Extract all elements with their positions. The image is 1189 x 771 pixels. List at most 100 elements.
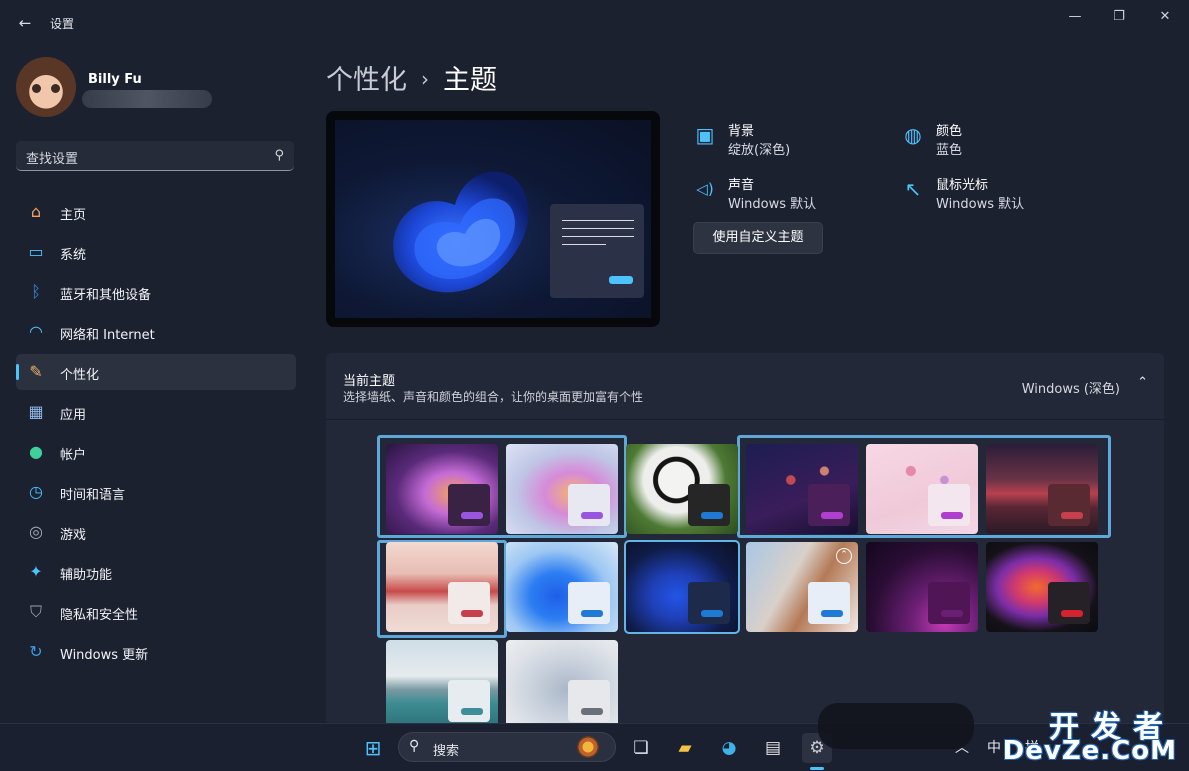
theme-window-preview (448, 484, 490, 526)
sidebar-item-label: 个性化 (60, 368, 100, 383)
store-icon[interactable]: ▤ (758, 733, 788, 763)
taskbar-search-label: 搜索 (433, 744, 460, 759)
property-title: 背景 (728, 124, 755, 139)
settings-search-input[interactable]: 查找设置 ⚲ (16, 141, 294, 171)
breadcrumb-separator: › (421, 67, 429, 91)
sidebar-item-8[interactable]: ◎ 游戏 (16, 514, 296, 550)
update-icon: ↻ (29, 642, 43, 661)
current-theme-panel: 当前主题 选择墙纸、声音和颜色的组合，让你的桌面更加富有个性 Windows (… (326, 353, 1164, 725)
sidebar-item-11[interactable]: ↻ Windows 更新 (16, 634, 296, 670)
sidebar-item-9[interactable]: ✦ 辅助功能 (16, 554, 296, 590)
use-custom-theme-button[interactable]: 使用自定义主题 (693, 222, 823, 254)
theme-accent-swatch (461, 708, 483, 715)
theme-accent-swatch (581, 708, 603, 715)
profile-email-redacted (82, 90, 212, 108)
home-icon: ⌂ (30, 202, 42, 221)
theme-tile-planets-light[interactable] (866, 444, 978, 534)
clock-globe-icon: ◷ (29, 482, 43, 501)
sidebar-item-4[interactable]: ✎ 个性化 (16, 354, 296, 390)
property-color[interactable]: ◍ 颜色 蓝色 (900, 120, 1100, 164)
theme-accent-swatch (1061, 512, 1083, 519)
close-button[interactable]: ✕ (1148, 6, 1182, 28)
theme-window-preview (1048, 582, 1090, 624)
sidebar-item-label: 游戏 (60, 528, 87, 543)
theme-tile-dunes-dark[interactable] (986, 444, 1098, 534)
maximize-button[interactable]: ❐ (1102, 6, 1136, 28)
avatar-eye-icon (32, 84, 41, 93)
gamepad-icon: ◎ (29, 522, 43, 541)
sidebar-item-6[interactable]: ● 帐户 (16, 434, 296, 470)
sidebar-item-2[interactable]: ᛒ 蓝牙和其他设备 (16, 274, 296, 310)
property-background[interactable]: ▣ 背景 绽放(深色) (692, 120, 892, 164)
search-icon: ⚲ (274, 148, 284, 163)
preview-line (562, 244, 606, 245)
file-explorer-icon[interactable]: ▰ (670, 733, 700, 763)
theme-accent-swatch (581, 512, 603, 519)
sidebar-item-5[interactable]: ▦ 应用 (16, 394, 296, 430)
sidebar-item-1[interactable]: ▭ 系统 (16, 234, 296, 270)
sidebar-item-3[interactable]: ◠ 网络和 Internet (16, 314, 296, 350)
minimize-button[interactable]: — (1058, 6, 1092, 28)
theme-window-preview (808, 484, 850, 526)
theme-tile-dunes-light[interactable] (386, 542, 498, 632)
breadcrumb-parent[interactable]: 个性化 (326, 65, 407, 96)
cursor-icon: ↖ (904, 177, 922, 201)
property-cursor[interactable]: ↖ 鼠标光标 Windows 默认 (900, 174, 1100, 218)
sidebar-item-label: 应用 (60, 408, 87, 423)
theme-tile-glow-dark[interactable] (386, 444, 498, 534)
edge-browser-icon[interactable]: ◕ (714, 733, 744, 763)
theme-accent-swatch (581, 610, 603, 617)
brush-icon: ✎ (29, 362, 43, 381)
accessibility-icon: ✦ (29, 562, 43, 581)
theme-tile-flow-dark[interactable] (866, 542, 978, 632)
theme-window-preview (568, 680, 610, 722)
theme-tile-spring[interactable]: ⌃ (746, 542, 858, 632)
theme-window-preview (448, 680, 490, 722)
shield-icon: ⛉ (29, 602, 42, 621)
theme-tile-panda[interactable] (626, 444, 738, 534)
window-title: 设置 (50, 17, 75, 31)
theme-accent-swatch (461, 512, 483, 519)
breadcrumb: 个性化 › 主题 (326, 58, 497, 97)
account-icon: ● (29, 442, 43, 461)
property-title: 声音 (728, 178, 755, 193)
bluetooth-icon: ᛒ (31, 282, 41, 301)
sidebar-item-label: Windows 更新 (60, 648, 149, 663)
property-value: Windows 默认 (728, 197, 817, 212)
theme-window-preview (808, 582, 850, 624)
redacted-area (818, 703, 974, 749)
sidebar-item-0[interactable]: ⌂ 主页 (16, 194, 296, 230)
theme-tile-planets-dark[interactable] (746, 444, 858, 534)
watermark-bottom: DevZe.CoM (1002, 736, 1177, 766)
sidebar-item-7[interactable]: ◷ 时间和语言 (16, 474, 296, 510)
property-value: 蓝色 (936, 143, 963, 158)
theme-window-preview (568, 582, 610, 624)
theme-tile-captured-motion[interactable] (986, 542, 1098, 632)
preview-line (562, 220, 634, 221)
taskbar-search[interactable]: ⚲ 搜索 (398, 732, 616, 762)
property-value: Windows 默认 (936, 197, 1025, 212)
theme-tile-sculpture[interactable] (506, 640, 618, 725)
theme-tile-lake[interactable] (386, 640, 498, 725)
input-method-indicator[interactable]: 中 (987, 737, 1001, 757)
theme-tile-bloom-light[interactable] (506, 542, 618, 632)
property-sound[interactable]: ◁) 声音 Windows 默认 (692, 174, 892, 218)
sidebar-item-label: 辅助功能 (60, 568, 113, 583)
selected-theme-outline (624, 540, 740, 634)
theme-tile-glow-light[interactable] (506, 444, 618, 534)
sidebar-item-10[interactable]: ⛉ 隐私和安全性 (16, 594, 296, 630)
sidebar-item-label: 网络和 Internet (60, 328, 155, 343)
back-arrow-icon[interactable]: ← (14, 12, 36, 34)
preview-accent-button (609, 276, 633, 284)
theme-accent-swatch (461, 610, 483, 617)
property-title: 鼠标光标 (936, 178, 989, 193)
search-placeholder: 查找设置 (26, 152, 79, 167)
avatar[interactable] (16, 57, 76, 117)
search-icon: ⚲ (409, 738, 420, 754)
preview-line (562, 236, 634, 237)
slideshow-badge-icon: ⌃ (836, 548, 852, 564)
page-title: 主题 (443, 65, 497, 96)
task-view-icon[interactable]: ❏ (626, 733, 656, 763)
start-windows-icon[interactable]: ⊞ (358, 733, 388, 763)
theme-accent-swatch (941, 512, 963, 519)
